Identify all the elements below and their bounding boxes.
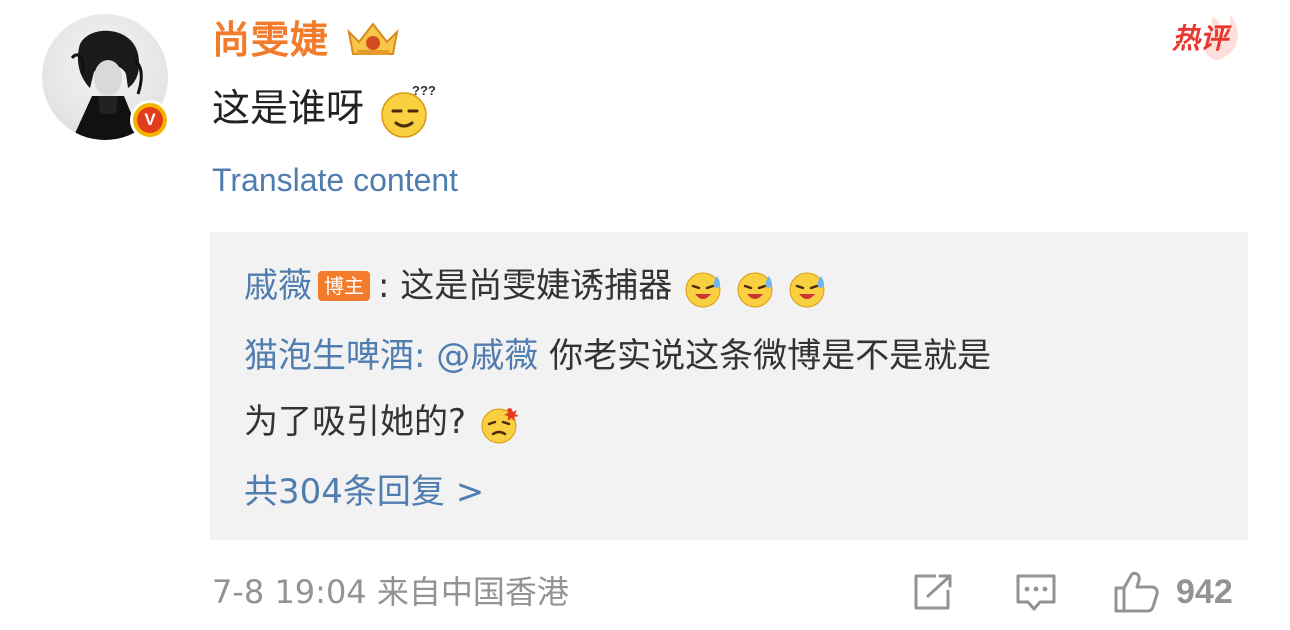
laughing-crying-emoji-icon — [685, 272, 825, 307]
reply-item: 猫泡生啤酒: @戚薇 你老实说这条微博是不是就是 — [244, 328, 991, 384]
confused-emoji-icon: ??? — [381, 83, 436, 138]
like-count: 942 — [1176, 572, 1233, 611]
mention-link[interactable]: @戚薇 — [436, 336, 538, 376]
reply-text: 你老实说这条微博是不是就是 — [549, 336, 992, 376]
reply-text-continued: 为了吸引她的? — [244, 394, 523, 450]
replies-box[interactable]: 戚薇 博主: 这是尚雯婕诱捕器 猫泡生啤酒: @戚薇 你老实说这条微博是不是就是… — [210, 232, 1248, 540]
like-button[interactable]: 942 — [1112, 568, 1233, 616]
crown-icon — [347, 22, 399, 55]
share-button[interactable] — [912, 568, 956, 616]
reply-item: 戚薇 博主: 这是尚雯婕诱捕器 — [244, 258, 839, 314]
annoyed-emoji-icon — [481, 407, 519, 443]
comment-text: 这是谁呀 ??? — [212, 78, 436, 141]
comment-icon — [1016, 574, 1056, 611]
comment-source: 来自中国香港 — [376, 573, 569, 611]
translate-content-link[interactable]: Translate content — [212, 158, 458, 202]
hot-comment-badge: 热评 — [1168, 12, 1246, 62]
comment-timestamp: 7-8 19:04 — [212, 573, 367, 611]
svg-text:???: ??? — [412, 83, 436, 98]
blogger-tag: 博主 — [318, 270, 370, 301]
comment-meta: 7-8 19:04 来自中国香港 — [212, 568, 569, 616]
reply-separator: : — [378, 266, 390, 306]
reply-author[interactable]: 猫泡生啤酒: — [244, 336, 425, 376]
reply-text: 这是尚雯婕诱捕器 — [400, 266, 673, 306]
reply-author[interactable]: 戚薇 — [244, 266, 312, 306]
verified-badge-icon: V — [130, 100, 170, 140]
comment-button[interactable] — [1014, 568, 1058, 616]
share-icon — [914, 574, 952, 610]
thumbs-up-icon — [1114, 571, 1159, 613]
more-replies-link[interactable]: 共304条回复 > — [244, 464, 484, 520]
comment-author-name[interactable]: 尚雯婕 — [212, 12, 329, 68]
